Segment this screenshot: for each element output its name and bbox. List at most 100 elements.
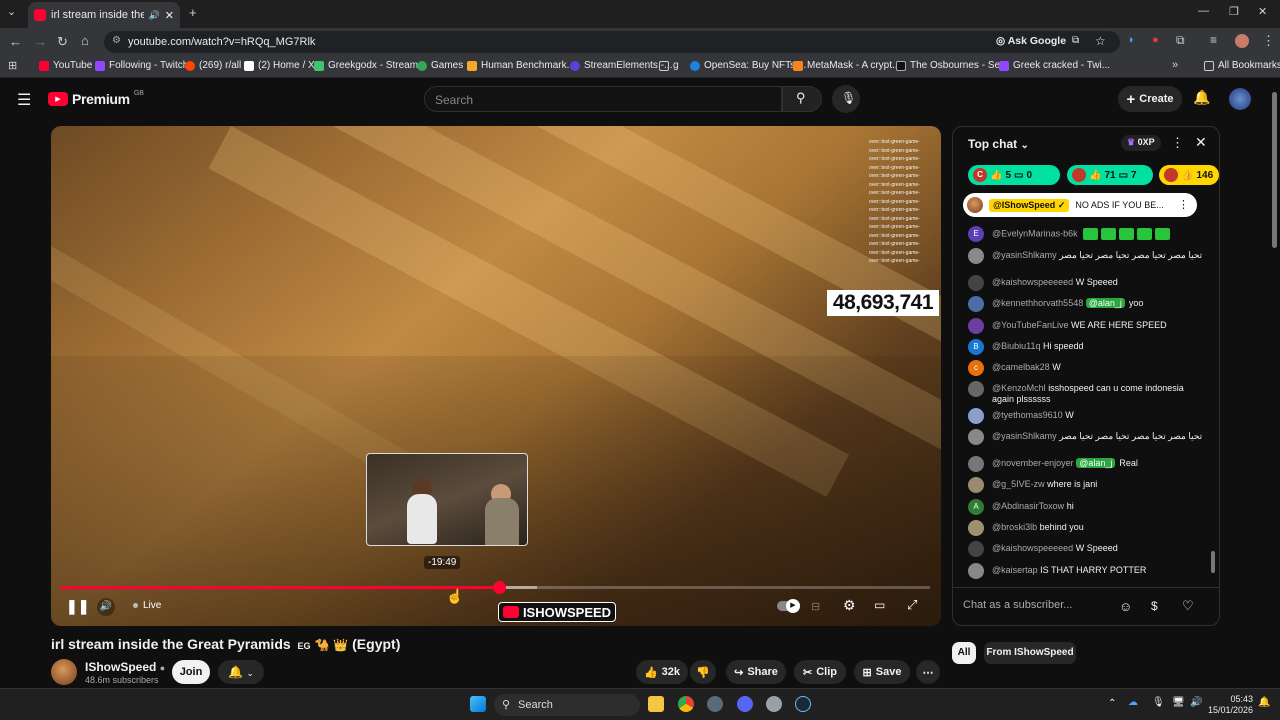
tray-overflow-icon[interactable]: ⌃ — [1108, 698, 1116, 709]
apps-grid-icon[interactable]: ⊞ — [8, 59, 17, 72]
bookmark-x[interactable]: (2) Home / X — [244, 60, 315, 71]
chip-from-channel[interactable]: From IShowSpeed — [984, 642, 1076, 664]
live-badge[interactable]: Live — [133, 600, 161, 611]
microphone-icon[interactable]: 🎙 — [1152, 697, 1165, 708]
tab-search-icon[interactable]: ⌄ — [7, 5, 16, 18]
chat-message[interactable]: B @Biubiu11q Hi speedd — [968, 339, 1203, 355]
windows-start-icon[interactable] — [470, 696, 486, 712]
emoji-picker-icon[interactable]: ☺ — [1119, 599, 1132, 614]
ccleaner-icon[interactable] — [707, 696, 723, 712]
settings-gear-icon[interactable]: ⚙ — [843, 597, 856, 614]
chat-message[interactable]: @g_5IVE-zw where is jani — [968, 477, 1203, 493]
chrome-icon[interactable] — [678, 696, 694, 712]
app-icon[interactable] — [766, 696, 782, 712]
more-actions-button[interactable]: ⋯ — [916, 660, 940, 684]
chat-author[interactable]: @kaishowspeeeeed — [992, 277, 1073, 287]
heart-icon[interactable]: ♡ — [1182, 598, 1194, 614]
dislike-button[interactable]: 👎 — [690, 660, 716, 684]
system-clock[interactable]: 05:43 15/01/2026 — [1208, 694, 1253, 716]
like-button[interactable]: 👍 32k — [636, 660, 688, 684]
extensions-puzzle-icon[interactable]: ⧉ — [1176, 33, 1185, 48]
chat-author[interactable]: @kennethhorvath5548 — [992, 298, 1083, 308]
subtitles-icon[interactable]: ⊟ — [811, 600, 820, 613]
back-icon[interactable]: ← — [9, 34, 22, 49]
subscription-bell-button[interactable]: 🔔 ⌄ — [218, 660, 264, 684]
bookmark-folder-g[interactable]: g — [659, 60, 679, 71]
chat-author[interactable]: @yasinShlkamy — [992, 250, 1057, 260]
save-button[interactable]: ⊞ Save — [854, 660, 910, 684]
create-button[interactable]: + Create — [1118, 86, 1182, 112]
chat-message[interactable]: @yasinShlkamy تحيا مصر تحيا مصر تحيا مصر… — [968, 429, 1203, 445]
browser-tab-active[interactable]: irl stream inside the Great P 🔊 ✕ — [28, 2, 180, 28]
chat-author[interactable]: @tyethomas9610 — [992, 410, 1063, 420]
chat-input[interactable]: Chat as a subscriber... — [963, 594, 1123, 616]
chat-author[interactable]: @november-enjoyer — [992, 458, 1074, 468]
chat-poll-chip[interactable]: C 👍 5 ▭ 0 — [968, 165, 1060, 185]
video-player[interactable]: over::text-green-game-over::text-green-g… — [51, 126, 941, 626]
chat-poll-chip[interactable]: 👍 71 ▭ 7 — [1067, 165, 1153, 185]
tab-close-icon[interactable]: ✕ — [165, 9, 174, 22]
super-chat-icon[interactable]: $ — [1151, 599, 1158, 613]
bookmark-osbournes[interactable]: The Osbournes - Se... — [896, 60, 1008, 71]
extension-icon[interactable]: ◗ — [1128, 34, 1135, 46]
install-app-icon[interactable]: ⧉ — [1072, 35, 1079, 46]
chat-scrollbar-thumb[interactable] — [1211, 551, 1215, 573]
bookmark-youtube[interactable]: YouTube — [39, 60, 92, 71]
new-tab-icon[interactable]: + — [189, 5, 197, 20]
chat-message[interactable]: @kaishowspeeeeed W Speeed — [968, 541, 1203, 557]
file-explorer-icon[interactable] — [648, 696, 664, 712]
search-button[interactable]: ⚲ — [782, 86, 822, 112]
page-scrollbar-thumb[interactable] — [1272, 92, 1277, 248]
chip-all[interactable]: All — [952, 642, 976, 664]
chat-author[interactable]: @YouTubeFanLive — [992, 320, 1069, 330]
chat-author[interactable]: @broski3lb — [992, 522, 1037, 532]
account-avatar[interactable] — [1229, 88, 1251, 110]
chat-poll-chip[interactable]: 👍 146 — [1159, 165, 1219, 185]
chat-author[interactable]: @EvelynMarinas-b6k — [992, 228, 1078, 238]
all-bookmarks-folder[interactable]: All Bookmarks — [1204, 60, 1280, 71]
chat-author[interactable]: @KenzoMchl — [992, 383, 1046, 393]
chat-author[interactable]: @Biubiu11q — [992, 341, 1041, 351]
more-bookmarks-icon[interactable]: » — [1172, 59, 1178, 71]
notifications-bell-icon[interactable]: 🔔 — [1193, 89, 1210, 106]
forward-icon[interactable]: → — [34, 34, 47, 49]
voice-search-button[interactable]: 🎙 — [832, 85, 860, 113]
chat-author[interactable]: @kaishowspeeeeed — [992, 543, 1073, 553]
close-window-icon[interactable]: ✕ — [1258, 5, 1267, 18]
bookmark-metamask[interactable]: MetaMask - A crypt... — [793, 60, 900, 71]
reload-icon[interactable]: ↻ — [57, 34, 68, 50]
discord-icon[interactable] — [737, 696, 753, 712]
network-icon[interactable]: 🖥 — [1172, 697, 1185, 708]
chat-author[interactable]: @kaisertap — [992, 565, 1038, 575]
youtube-premium-logo[interactable]: ▶ Premium GB — [48, 90, 144, 107]
autoplay-toggle[interactable]: ▶ — [777, 599, 800, 613]
profile-avatar-icon[interactable] — [1235, 34, 1249, 48]
chat-message[interactable]: c @camelbak28 W — [968, 360, 1203, 376]
bookmark-human-benchmark[interactable]: Human Benchmark... — [467, 60, 575, 71]
chat-message[interactable]: @kaishowspeeeeed W Speeed — [968, 275, 1203, 291]
chat-xp-badge[interactable]: ♛ 0XP — [1121, 135, 1161, 151]
volume-icon[interactable]: 🔊 — [97, 598, 115, 616]
chat-message[interactable]: @november-enjoyer @alan_j Real — [968, 456, 1203, 472]
bookmark-streamelements[interactable]: StreamElements -... — [570, 60, 672, 71]
chat-message[interactable]: E @EvelynMarinas-b6k — [968, 226, 1203, 242]
bookmark-twitch-following[interactable]: Following - Twitch — [95, 60, 188, 71]
join-button[interactable]: Join — [172, 660, 210, 684]
bookmark-opensea[interactable]: OpenSea: Buy NFTs,... — [690, 60, 806, 71]
taskbar-search[interactable]: ⚲ Search — [494, 694, 640, 716]
minimize-window-icon[interactable]: — — [1198, 5, 1209, 17]
bookmark-star-icon[interactable]: ☆ — [1095, 34, 1106, 48]
search-input[interactable]: Search — [424, 86, 782, 112]
chat-message[interactable]: @kennethhorvath5548 @alan_j yoo — [968, 296, 1203, 312]
site-info-icon[interactable]: ⚙ — [112, 35, 121, 46]
chat-author[interactable]: @camelbak28 — [992, 362, 1050, 372]
bookmark-greek-cracked[interactable]: Greek cracked - Twi... — [999, 60, 1110, 71]
chat-message[interactable]: @kaisertap IS THAT HARRY POTTER — [968, 563, 1203, 579]
clip-button[interactable]: ✂ Clip — [794, 660, 846, 684]
steam-icon[interactable] — [795, 696, 811, 712]
chat-message[interactable]: @yasinShlkamy تحيا مصر تحيا مصر تحيا مصر… — [968, 248, 1203, 264]
menu-hamburger-icon[interactable]: ☰ — [17, 90, 31, 110]
chat-message[interactable]: @YouTubeFanLive WE ARE HERE SPEED — [968, 318, 1203, 334]
address-bar[interactable]: ⚙ youtube.com/watch?v=hRQq_MG7Rlk ◎ Ask … — [104, 31, 1120, 53]
chrome-menu-icon[interactable]: ⋮ — [1262, 33, 1275, 49]
